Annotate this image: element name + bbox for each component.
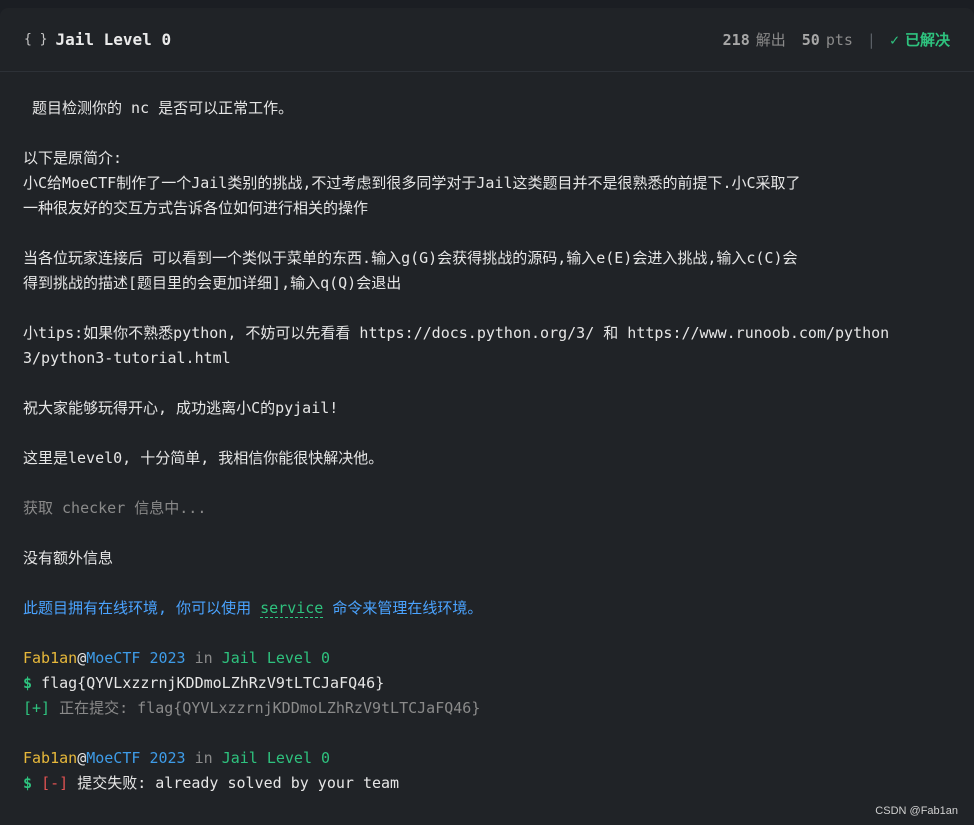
terminal-org: MoeCTF bbox=[86, 649, 141, 667]
challenge-title: Jail Level 0 bbox=[55, 30, 172, 49]
terminal-status-tag: [+] bbox=[23, 699, 51, 717]
terminal-challenge: Jail Level 0 bbox=[221, 649, 331, 667]
terminal-prompt-header: Fab1an@MoeCTF 2023 in Jail Level 0 bbox=[23, 648, 330, 668]
solved-label: 已解决 bbox=[904, 31, 950, 49]
watermark: CSDN @Fab1an bbox=[875, 805, 958, 817]
points-label: pts bbox=[825, 30, 853, 49]
solves-label: 解出 bbox=[755, 31, 786, 49]
terminal-org: MoeCTF bbox=[86, 749, 141, 767]
desc-line: 当各位玩家连接后 可以看到一个类似于菜单的东西.输入g(G)会获得挑战的源码,输… bbox=[23, 249, 798, 267]
terminal-prompt-symbol: $ bbox=[23, 674, 33, 692]
checker-loading: 获取 checker 信息中... bbox=[23, 499, 207, 517]
terminal-status-text: 正在提交: flag{QYVLxzzrnjKDDmoLZhRzV9tLTCJaF… bbox=[59, 699, 481, 717]
desc-line: 得到挑战的描述[题目里的会更加详细],输入q(Q)会退出 bbox=[23, 274, 402, 292]
terminal-in: in bbox=[194, 749, 213, 767]
braces-icon: { } bbox=[24, 32, 48, 47]
service-notice-before: 此题目拥有在线环境, 你可以使用 bbox=[23, 599, 261, 617]
desc-line: 小tips:如果你不熟悉python, 不妨可以先看看 https://docs… bbox=[23, 324, 890, 342]
solves-count: 218 bbox=[722, 30, 750, 49]
desc-line: 3/python3-tutorial.html bbox=[23, 349, 231, 367]
terminal-at: @ bbox=[77, 749, 87, 767]
check-icon: ✓ bbox=[889, 30, 899, 49]
service-notice: 此题目拥有在线环境, 你可以使用 service 命令来管理在线环境。 bbox=[23, 598, 482, 618]
terminal-user: Fab1an bbox=[23, 649, 78, 667]
desc-line: 小C给MoeCTF制作了一个Jail类别的挑战,不过考虑到很多同学对于Jail这… bbox=[23, 174, 801, 192]
terminal-error-tag: [-] bbox=[41, 774, 69, 792]
terminal-prompt-symbol: $ bbox=[23, 774, 33, 792]
points-value: 50 bbox=[801, 30, 820, 49]
terminal-command: flag{QYVLxzzrnjKDDmoLZhRzV9tLTCJaFQ46} bbox=[41, 674, 385, 692]
terminal-error-text: 提交失败: already solved by your team bbox=[77, 774, 400, 792]
title-group: { } Jail Level 0 bbox=[24, 30, 171, 49]
challenge-stats: 218 解出 50 pts | ✓ 已解决 bbox=[723, 29, 950, 50]
checker-info: 没有额外信息 bbox=[23, 549, 114, 567]
service-notice-after: 命令来管理在线环境。 bbox=[323, 599, 483, 617]
terminal-year: 2023 bbox=[149, 749, 186, 767]
solved-status: ✓ 已解决 bbox=[890, 29, 950, 50]
desc-line: 祝大家能够玩得开心, 成功逃离小C的pyjail! bbox=[23, 399, 339, 417]
desc-line: 题目检测你的 nc 是否可以正常工作。 bbox=[23, 99, 294, 117]
terminal-command-line: $ flag{QYVLxzzrnjKDDmoLZhRzV9tLTCJaFQ46} bbox=[23, 673, 384, 693]
terminal-year: 2023 bbox=[149, 649, 186, 667]
desc-line: 这里是level0, 十分简单, 我相信你能很快解决他。 bbox=[23, 449, 384, 467]
terminal-user: Fab1an bbox=[23, 749, 78, 767]
desc-line: 一种很友好的交互方式告诉各位如何进行相关的操作 bbox=[23, 199, 369, 217]
terminal-prompt-header: Fab1an@MoeCTF 2023 in Jail Level 0 bbox=[23, 748, 330, 768]
stats-separator: | bbox=[866, 30, 876, 49]
terminal-status-line: [+] 正在提交: flag{QYVLxzzrnjKDDmoLZhRzV9tLT… bbox=[23, 698, 480, 718]
desc-line: 以下是原简介: bbox=[23, 149, 123, 167]
service-command-link[interactable]: service bbox=[260, 599, 324, 618]
challenge-header: { } Jail Level 0 218 解出 50 pts | ✓ 已解决 bbox=[0, 8, 974, 72]
terminal-at: @ bbox=[77, 649, 87, 667]
terminal-in: in bbox=[194, 649, 213, 667]
terminal-challenge: Jail Level 0 bbox=[221, 749, 331, 767]
terminal-result-line: $ [-] 提交失败: already solved by your team bbox=[23, 773, 399, 793]
